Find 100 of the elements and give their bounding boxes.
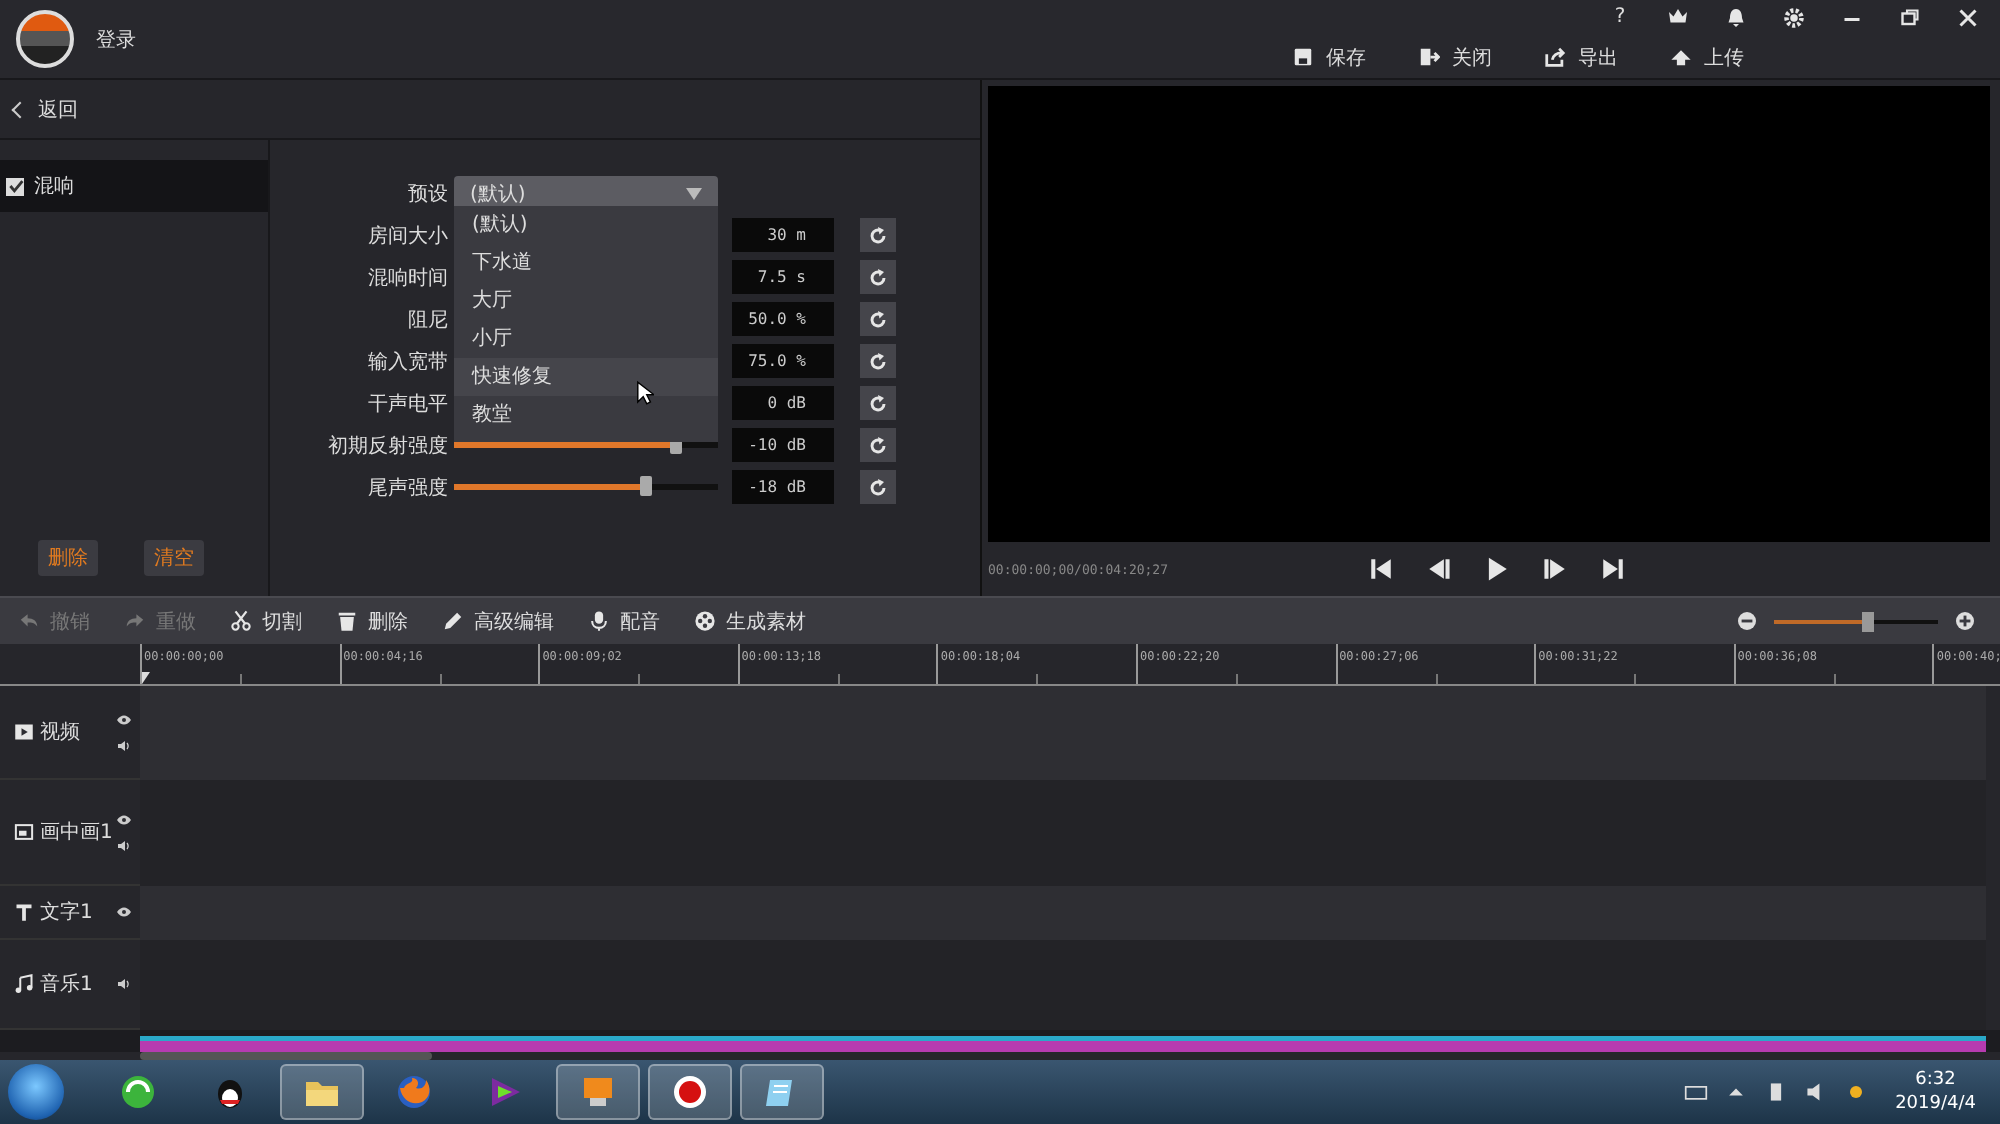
door-icon [1418, 46, 1440, 68]
reset-icon [866, 391, 890, 415]
checkbox[interactable] [6, 177, 24, 195]
reset-button[interactable] [860, 302, 896, 336]
play-icon[interactable] [1484, 556, 1510, 582]
dropdown-option[interactable]: 教堂 [454, 396, 718, 434]
pencil-icon [442, 610, 464, 632]
start-button[interactable] [8, 1064, 64, 1120]
close-icon[interactable] [1956, 5, 1980, 29]
action-button[interactable]: 保存 [1292, 41, 1366, 73]
reset-button[interactable] [860, 470, 896, 504]
login-link[interactable]: 登录 [96, 25, 136, 53]
value-field[interactable]: 75.0 % [732, 344, 834, 378]
picture-in-picture-icon [14, 822, 34, 842]
field-label: 预设 [406, 181, 448, 207]
text-icon [14, 902, 34, 922]
settings-icon[interactable] [1782, 5, 1806, 29]
restore-icon[interactable] [1898, 5, 1922, 29]
value-field[interactable]: 0 dB [732, 386, 834, 420]
effect-action-button[interactable]: 删除 [38, 540, 98, 576]
reset-button[interactable] [860, 260, 896, 294]
speaker-icon[interactable] [116, 837, 132, 853]
bell-icon[interactable] [1724, 5, 1748, 29]
microphone-icon [588, 610, 610, 632]
skip-start-icon[interactable] [1368, 556, 1394, 582]
skip-end-icon[interactable] [1600, 556, 1626, 582]
crown-icon[interactable] [1666, 5, 1690, 29]
slider-thumb[interactable] [1861, 611, 1874, 631]
floppy-icon [1292, 46, 1314, 68]
share-icon [1544, 46, 1566, 68]
system-clock[interactable]: 6:32 2019/4/4 [1867, 1068, 2000, 1116]
step-back-icon[interactable] [1426, 556, 1452, 582]
value-field[interactable]: 30 m [732, 218, 834, 252]
record-icon [670, 1072, 710, 1112]
slider-thumb[interactable] [640, 476, 653, 496]
play-box-icon [14, 722, 34, 742]
toolbar-button[interactable]: 删除 [336, 607, 408, 635]
scissors-icon [230, 610, 252, 632]
reset-icon [866, 307, 890, 331]
field-label: 初期反射强度 [326, 433, 448, 459]
action-button[interactable]: 关闭 [1418, 41, 1492, 73]
field-label: 尾声强度 [366, 475, 448, 501]
music-note-icon [14, 974, 34, 994]
zoom-out-icon[interactable] [1738, 612, 1756, 630]
trash-icon [336, 610, 358, 632]
reset-icon [866, 433, 890, 457]
taskbar-app[interactable] [648, 1064, 732, 1120]
zoom-in-icon[interactable] [1956, 612, 1974, 630]
eye-icon[interactable] [116, 904, 132, 920]
dropdown-option[interactable]: 小厅 [454, 320, 718, 358]
dropdown-option[interactable]: 快速修复 [454, 358, 718, 396]
field-label: 阻尼 [406, 307, 448, 333]
dropdown-option[interactable]: 下水道 [454, 244, 718, 282]
reset-button[interactable] [860, 386, 896, 420]
action-button[interactable]: 上传 [1670, 41, 1744, 73]
field-label: 干声电平 [366, 391, 448, 417]
cloud-icon [1670, 46, 1692, 68]
toolbar-button[interactable]: 切割 [230, 607, 302, 635]
logo-icon [16, 10, 74, 68]
toolbar-button[interactable]: 配音 [588, 607, 660, 635]
field-label: 混响时间 [366, 265, 448, 291]
redo-icon [124, 610, 146, 632]
field-label: 输入宽带 [366, 349, 448, 375]
speaker-icon[interactable] [116, 737, 132, 753]
track-name: 视频 [40, 719, 80, 746]
help-button[interactable]: ? [1608, 6, 1632, 28]
toolbar-button[interactable]: 生成素材 [694, 607, 806, 635]
reset-button[interactable] [860, 344, 896, 378]
reset-icon [866, 475, 890, 499]
reset-icon [866, 223, 890, 247]
effect-item[interactable]: 混响 [0, 160, 268, 212]
eye-icon[interactable] [116, 711, 132, 727]
track-name: 音乐1 [40, 971, 93, 998]
back-button[interactable]: 返回 [14, 95, 78, 123]
monitor-icon [578, 1072, 618, 1112]
track-name: 文字1 [40, 899, 93, 926]
globe-icon [118, 1072, 158, 1112]
undo-icon [18, 610, 40, 632]
field-label: 房间大小 [366, 223, 448, 249]
action-button[interactable]: 导出 [1544, 41, 1618, 73]
eye-icon[interactable] [116, 811, 132, 827]
value-field[interactable]: -10 dB [732, 428, 834, 462]
reset-button[interactable] [860, 218, 896, 252]
reset-button[interactable] [860, 428, 896, 462]
value-field[interactable]: 7.5 s [732, 260, 834, 294]
value-field[interactable]: -18 dB [732, 470, 834, 504]
reset-icon [866, 349, 890, 373]
mouse-cursor-icon [636, 380, 654, 406]
scroll-bar[interactable] [140, 1052, 432, 1060]
effect-action-button[interactable]: 清空 [144, 540, 204, 576]
film-reel-icon [694, 610, 716, 632]
reset-icon [866, 265, 890, 289]
track-name: 画中画1 [40, 819, 113, 846]
fox-globe-icon [394, 1072, 434, 1112]
speaker-icon[interactable] [116, 976, 132, 992]
step-forward-icon[interactable] [1542, 556, 1568, 582]
dropdown-option[interactable]: (默认) [454, 206, 718, 244]
dropdown-option[interactable]: 大厅 [454, 282, 718, 320]
value-field[interactable]: 50.0 % [732, 302, 834, 336]
toolbar-button[interactable]: 高级编辑 [442, 607, 554, 635]
